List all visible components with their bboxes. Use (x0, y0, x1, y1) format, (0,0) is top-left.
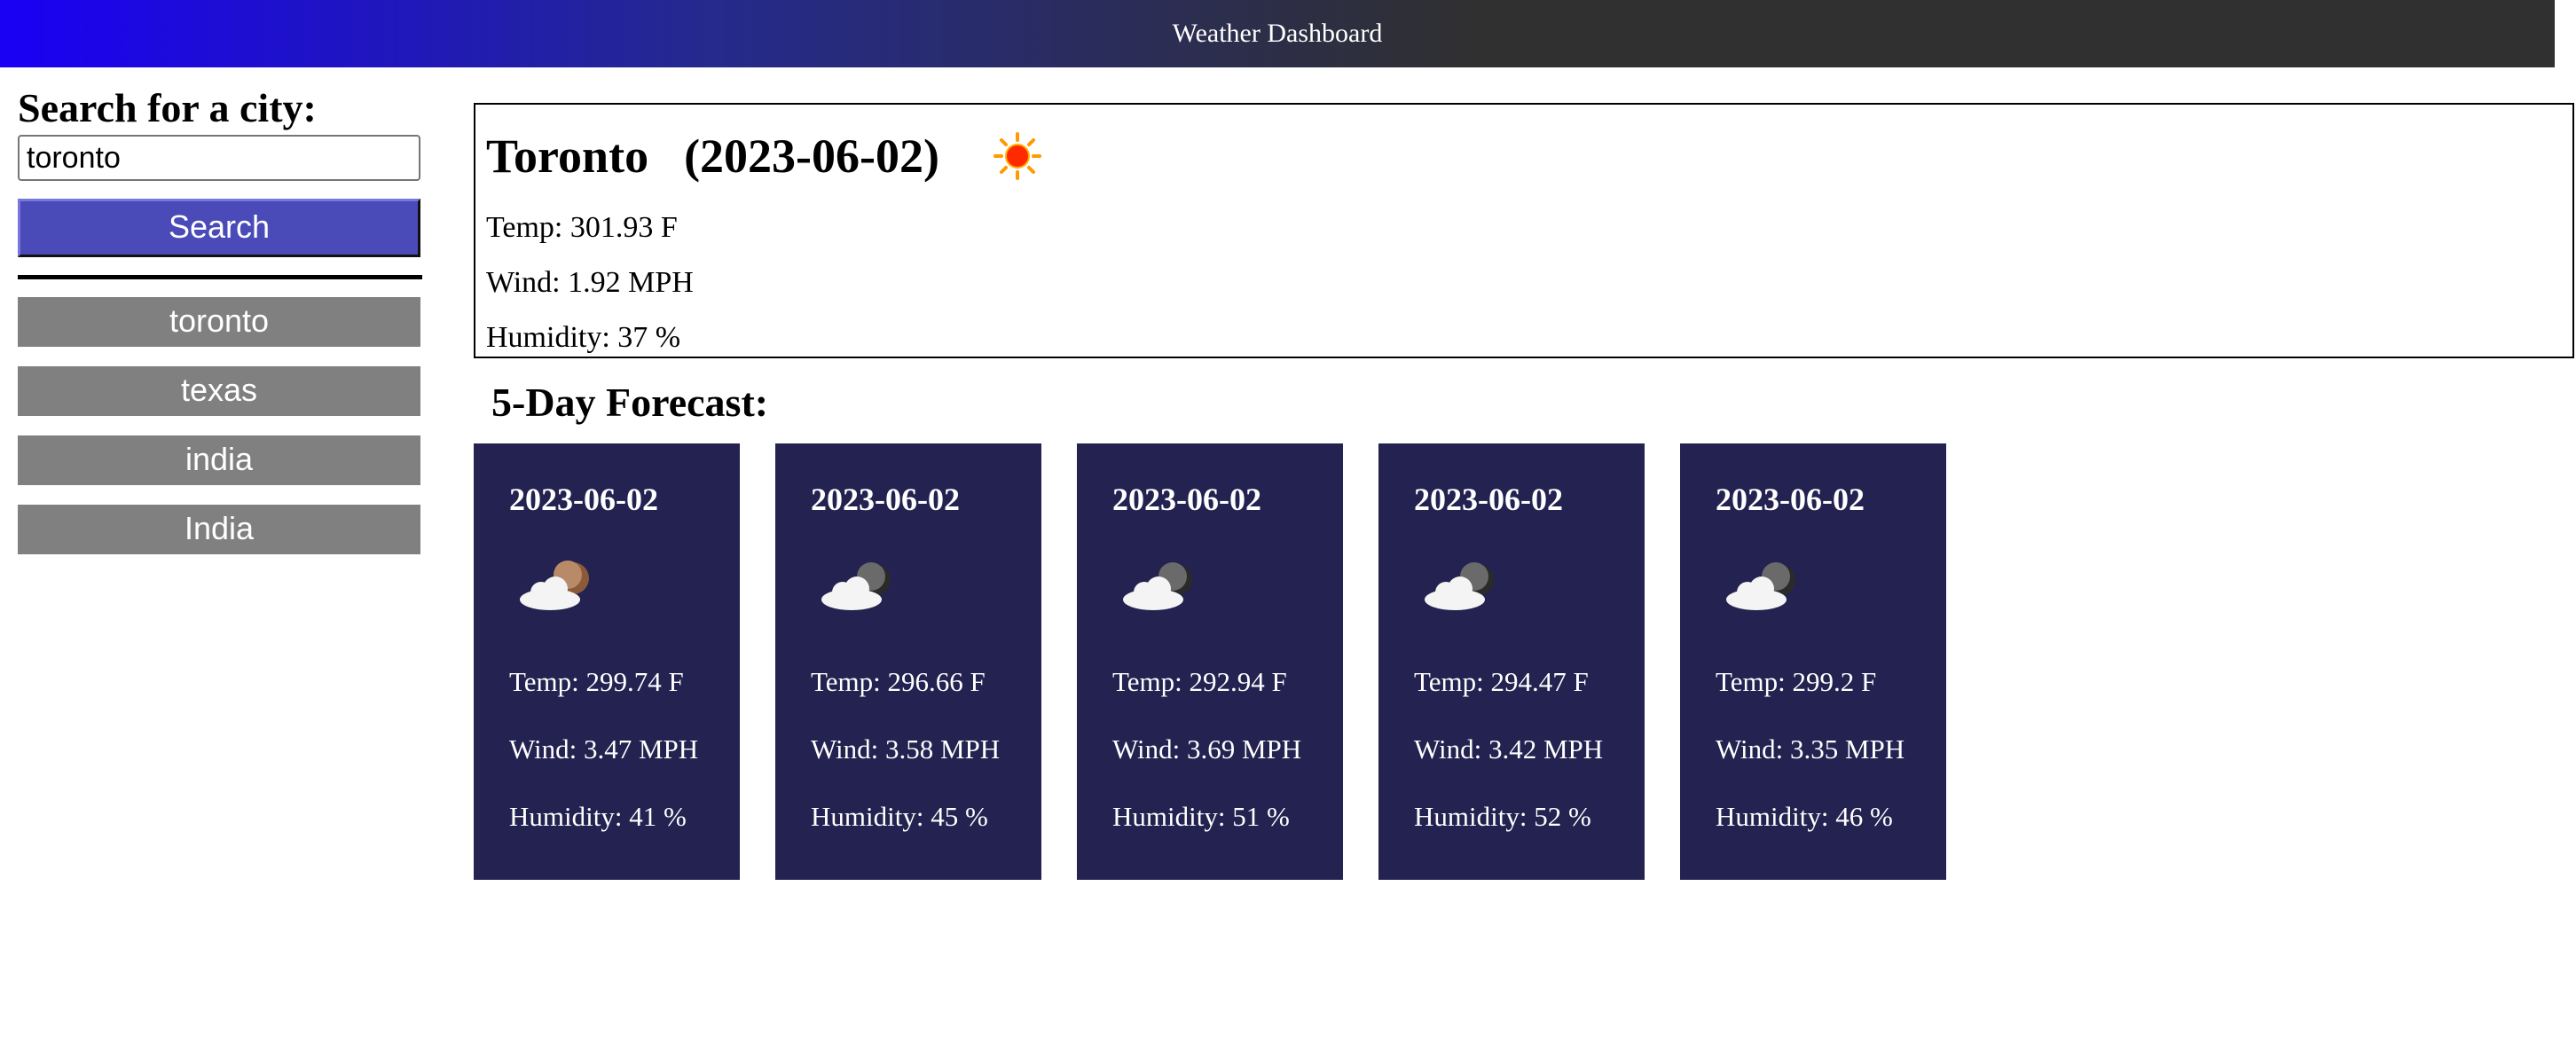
search-history-list: toronto texas india India (18, 297, 422, 554)
current-weather-title: Toronto (2023-06-02) (486, 112, 2572, 200)
cloud-dark-moon-icon (1726, 562, 1795, 610)
history-item-india[interactable]: india (18, 435, 420, 485)
history-item-toronto[interactable]: toronto (18, 297, 420, 347)
forecast-humidity: Humidity: 46 % (1716, 801, 1893, 832)
cloud-moon-icon (520, 561, 589, 610)
history-item-india-capitalized[interactable]: India (18, 505, 420, 554)
app-header: Weather Dashboard (0, 0, 2555, 67)
current-wind: Wind: 1.92 MPH (486, 266, 694, 299)
sidebar-divider (18, 275, 422, 279)
city-search-input[interactable] (18, 135, 420, 181)
current-humidity: Humidity: 37 % (486, 321, 681, 354)
forecast-date: 2023-06-02 (1112, 482, 1261, 517)
forecast-card: 2023-06-02 Temp: 299.2 F Wind: 3.35 MPH … (1680, 443, 1946, 880)
forecast-temp: Temp: 292.94 F (1112, 666, 1287, 697)
app-title: Weather Dashboard (1172, 19, 1383, 48)
current-temp: Temp: 301.93 F (486, 211, 678, 244)
cloud-dark-moon-icon (1123, 562, 1192, 610)
forecast-card: 2023-06-02 Temp: 294.47 F Wind: 3.42 MPH… (1378, 443, 1645, 880)
forecast-humidity: Humidity: 45 % (811, 801, 988, 832)
forecast-card: 2023-06-02 Temp: 299.74 F Wind: 3.47 MPH… (474, 443, 740, 880)
forecast-wind: Wind: 3.42 MPH (1414, 733, 1604, 765)
sidebar: Search for a city: Search toronto texas … (18, 82, 422, 574)
forecast-temp: Temp: 294.47 F (1414, 666, 1589, 697)
forecast-humidity: Humidity: 41 % (509, 801, 687, 832)
forecast-wind: Wind: 3.69 MPH (1112, 733, 1302, 765)
forecast-humidity: Humidity: 51 % (1112, 801, 1290, 832)
forecast-row: 2023-06-02 Temp: 299.74 F Wind: 3.47 MPH… (474, 443, 1982, 880)
search-heading: Search for a city: (18, 85, 317, 130)
current-city-name: Toronto (486, 129, 649, 183)
forecast-date: 2023-06-02 (1716, 482, 1865, 517)
search-button[interactable]: Search (18, 199, 420, 257)
forecast-date: 2023-06-02 (509, 482, 658, 517)
forecast-date: 2023-06-02 (1414, 482, 1563, 517)
forecast-wind: Wind: 3.47 MPH (509, 733, 699, 765)
cloud-dark-moon-icon (821, 562, 891, 610)
forecast-card: 2023-06-02 Temp: 296.66 F Wind: 3.58 MPH… (775, 443, 1041, 880)
current-date: (2023-06-02) (684, 129, 940, 183)
sun-icon (993, 132, 1042, 180)
forecast-heading: 5-Day Forecast: (491, 380, 769, 425)
forecast-wind: Wind: 3.35 MPH (1716, 733, 1905, 765)
cloud-dark-moon-icon (1425, 562, 1494, 610)
forecast-temp: Temp: 299.74 F (509, 666, 684, 697)
forecast-temp: Temp: 299.2 F (1716, 666, 1877, 697)
forecast-date: 2023-06-02 (811, 482, 960, 517)
forecast-wind: Wind: 3.58 MPH (811, 733, 1001, 765)
current-weather-panel: Toronto (2023-06-02) Temp: 301.93 F Wind… (474, 103, 2574, 358)
history-item-texas[interactable]: texas (18, 366, 420, 416)
forecast-humidity: Humidity: 52 % (1414, 801, 1591, 832)
forecast-temp: Temp: 296.66 F (811, 666, 986, 697)
forecast-card: 2023-06-02 Temp: 292.94 F Wind: 3.69 MPH… (1077, 443, 1343, 880)
